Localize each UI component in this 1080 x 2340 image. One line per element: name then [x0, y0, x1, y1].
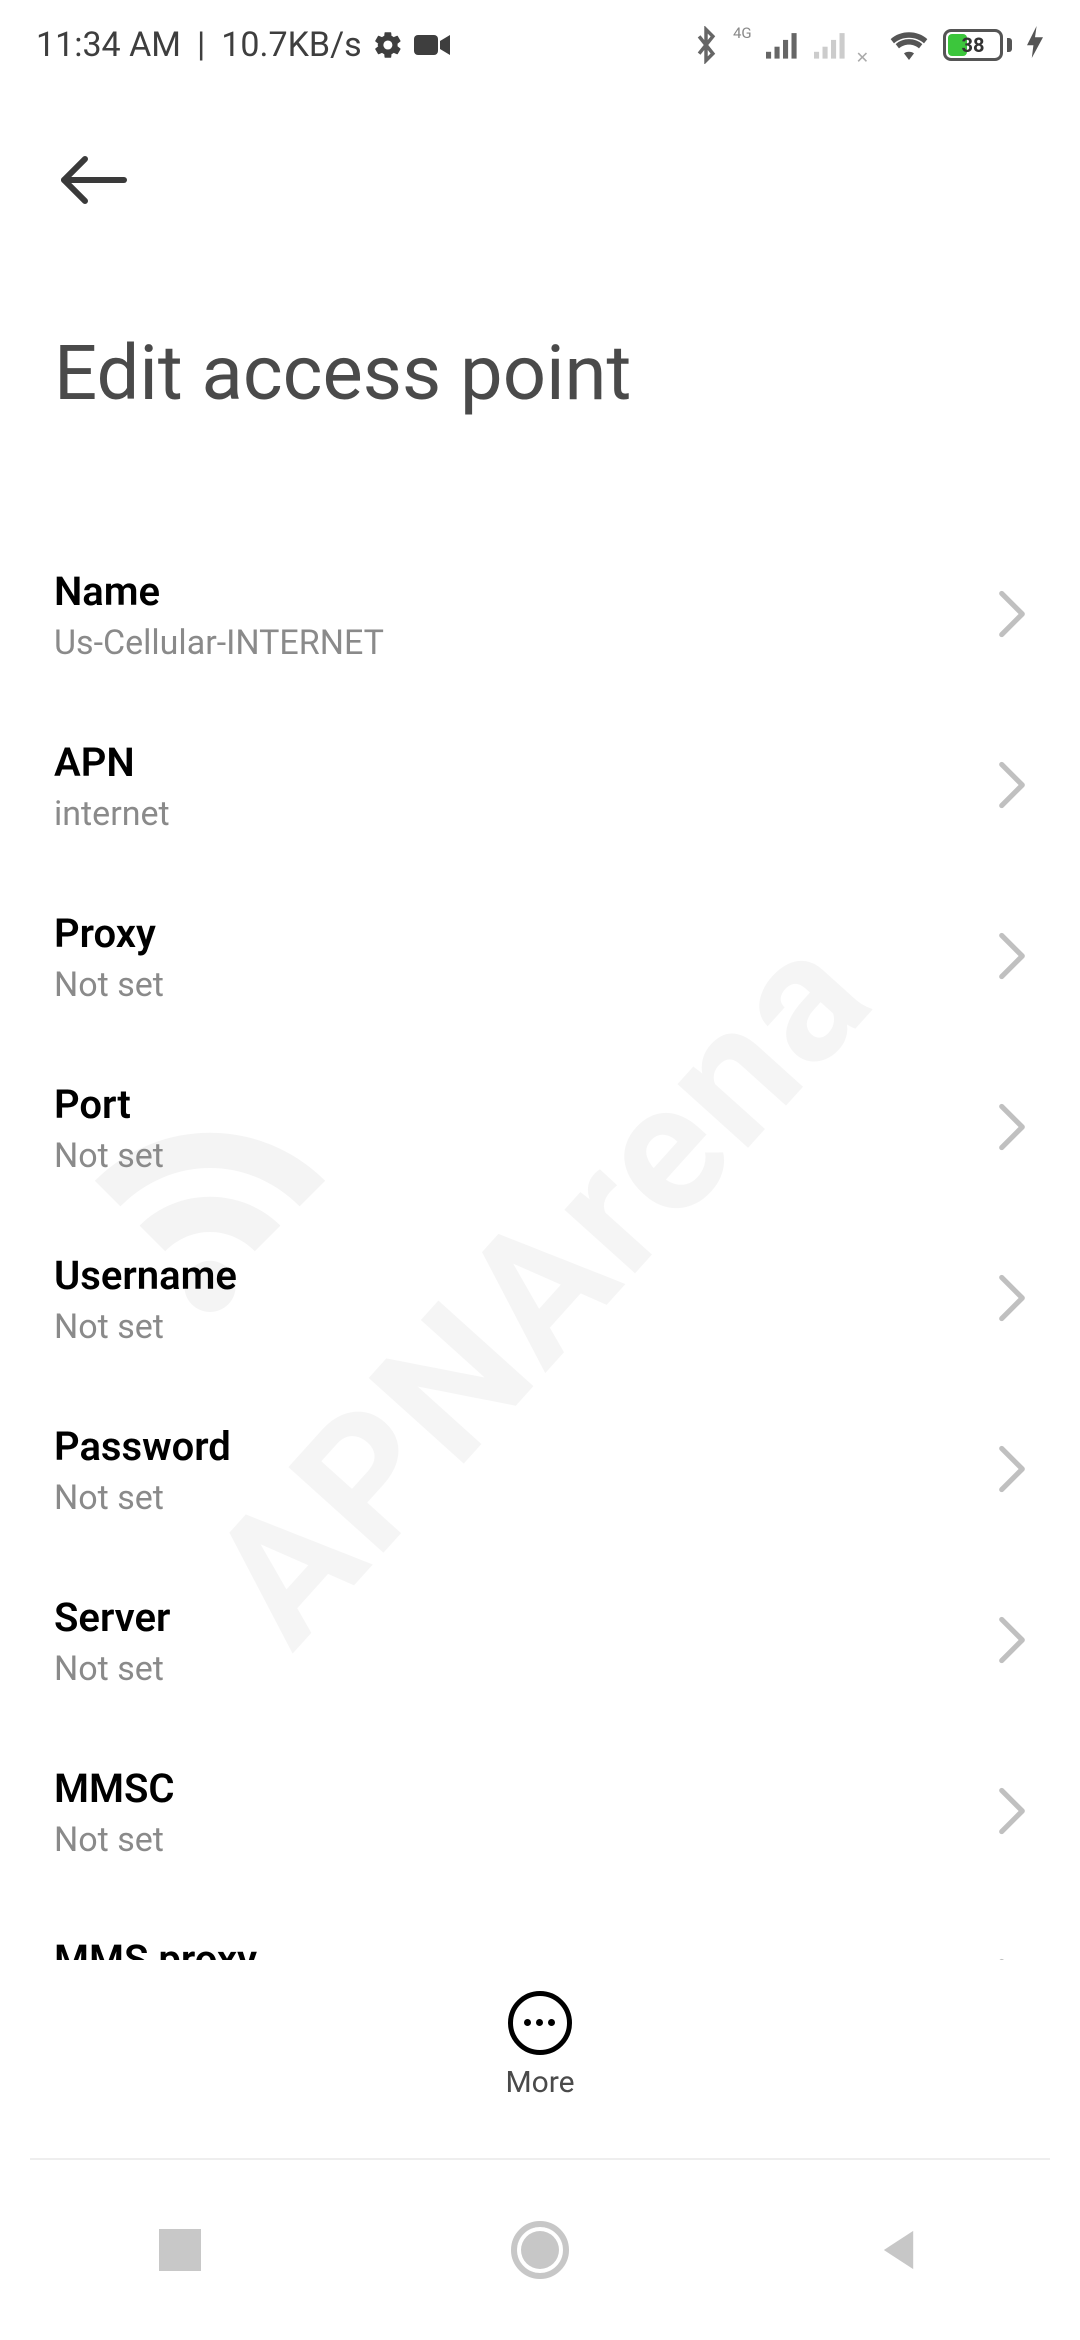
navigation-bar: [0, 2160, 1080, 2340]
nav-home-button[interactable]: [480, 2190, 600, 2310]
row-password[interactable]: Password Not set: [0, 1385, 1080, 1556]
status-net-rate: 10.7KB/s: [221, 25, 361, 65]
status-time: 11:34 AM: [36, 25, 181, 65]
row-label: MMS proxy: [54, 1936, 998, 1960]
status-separator: |: [197, 25, 205, 65]
bottom-actions: More: [0, 1960, 1080, 2130]
row-apn[interactable]: APN internet: [0, 701, 1080, 872]
row-proxy[interactable]: Proxy Not set: [0, 872, 1080, 1043]
row-value: Us-Cellular-INTERNET: [54, 623, 998, 663]
more-label: More: [505, 2065, 574, 2100]
row-name[interactable]: Name Us-Cellular-INTERNET: [0, 530, 1080, 701]
row-value: Not set: [54, 965, 998, 1005]
chevron-right-icon: [998, 1445, 1026, 1497]
chevron-right-icon: [998, 1274, 1026, 1326]
more-button[interactable]: More: [505, 1991, 574, 2100]
square-icon: [159, 2229, 201, 2271]
row-label: Port: [54, 1081, 998, 1128]
row-username[interactable]: Username Not set: [0, 1214, 1080, 1385]
row-value: Not set: [54, 1820, 998, 1860]
battery-percent: 38: [946, 33, 1000, 57]
page-title: Edit access point: [54, 328, 631, 418]
status-left: 11:34 AM | 10.7KB/s: [36, 25, 450, 65]
circle-icon: [511, 2221, 569, 2279]
row-label: Server: [54, 1594, 998, 1641]
nav-recents-button[interactable]: [120, 2190, 240, 2310]
arrow-left-icon: [58, 156, 130, 204]
nav-back-button[interactable]: [840, 2190, 960, 2310]
row-port[interactable]: Port Not set: [0, 1043, 1080, 1214]
status-right: 4G ✕ 38: [693, 26, 1044, 65]
back-button[interactable]: [54, 140, 134, 220]
more-icon: [508, 1991, 572, 2055]
settings-list: Name Us-Cellular-INTERNET APN internet P…: [0, 530, 1080, 1960]
row-value: internet: [54, 794, 998, 834]
row-value: Not set: [54, 1307, 998, 1347]
row-label: Name: [54, 568, 998, 615]
gear-icon: [372, 29, 404, 61]
row-label: Proxy: [54, 910, 998, 957]
status-bar: 11:34 AM | 10.7KB/s 4G ✕ 38: [0, 0, 1080, 90]
row-value: Not set: [54, 1478, 998, 1518]
wifi-icon: [889, 30, 929, 60]
battery-indicator: 38: [943, 29, 1012, 61]
row-label: Password: [54, 1423, 998, 1470]
row-server[interactable]: Server Not set: [0, 1556, 1080, 1727]
signal-sim2-icon: [814, 31, 848, 59]
chevron-right-icon: [998, 590, 1026, 642]
charging-icon: [1026, 26, 1044, 65]
chevron-right-icon: [998, 932, 1026, 984]
row-value: Not set: [54, 1649, 998, 1689]
row-label: Username: [54, 1252, 998, 1299]
triangle-left-icon: [878, 2228, 922, 2272]
network-type-4g: 4G: [733, 24, 752, 42]
row-mmsc[interactable]: MMSC Not set: [0, 1727, 1080, 1898]
row-mms-proxy[interactable]: MMS proxy Not set: [0, 1898, 1080, 1960]
row-value: Not set: [54, 1136, 998, 1176]
video-camera-icon: [414, 33, 450, 57]
chevron-right-icon: [998, 1616, 1026, 1668]
no-sim-x-icon: ✕: [856, 48, 869, 67]
chevron-right-icon: [998, 761, 1026, 813]
row-label: MMSC: [54, 1765, 998, 1812]
bluetooth-icon: [693, 26, 719, 64]
chevron-right-icon: [998, 1103, 1026, 1155]
signal-sim1-icon: [766, 31, 800, 59]
row-label: APN: [54, 739, 998, 786]
chevron-right-icon: [998, 1787, 1026, 1839]
